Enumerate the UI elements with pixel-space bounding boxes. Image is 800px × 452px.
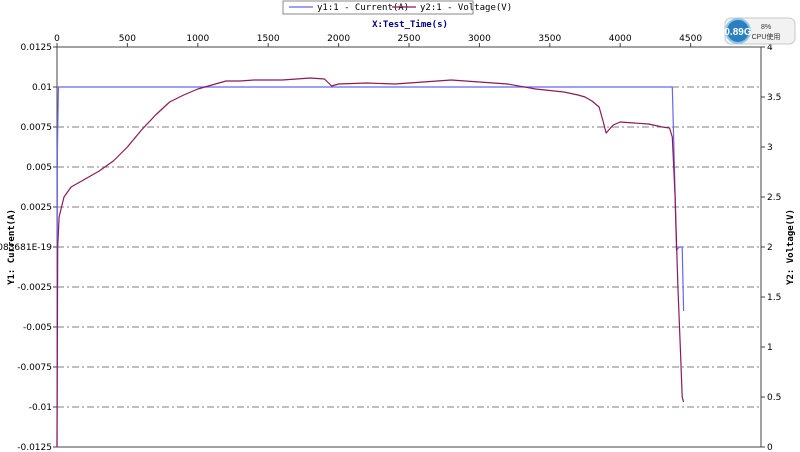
y1-tick-label: 0.0025: [21, 203, 53, 213]
y2-tick-label: 3: [767, 143, 773, 153]
y2-tick-label: 2.5: [767, 193, 781, 203]
x-tick-label: 500: [119, 34, 136, 44]
y2-tick-label: 3.5: [767, 93, 781, 103]
legend[interactable]: y1:1 - Current(A) y2:1 - Voltage(V): [282, 0, 512, 15]
x-tick-label: 1000: [186, 34, 209, 44]
y2-tick-label: 2: [767, 243, 773, 253]
y1-tick-label: -0.0125: [17, 443, 52, 452]
legend-label-current: y1:1 - Current(A): [317, 3, 409, 13]
y1-tick-label: -0.0025: [17, 283, 52, 293]
x-tick-label: 4000: [609, 34, 632, 44]
y1-tick-label: -0.0075: [17, 363, 52, 373]
chart-background: [0, 0, 800, 452]
x-tick-label: 3500: [538, 34, 561, 44]
x-tick-label: 0: [54, 34, 60, 44]
y2-tick-label: 0.5: [767, 393, 781, 403]
y1-tick-label: 0.0075: [21, 123, 53, 133]
x-axis-title: X:Test_Time(s): [372, 19, 448, 30]
y1-tick-label: 0.005: [26, 163, 52, 173]
y1-tick-label: 0.01: [32, 83, 52, 93]
cpu-widget-main: 0.89G: [724, 27, 751, 38]
cpu-widget-percent: 8%: [761, 24, 771, 31]
y1-tick-label: -0.01: [29, 403, 52, 413]
x-tick-label: 2500: [398, 34, 421, 44]
y2-tick-label: 0: [767, 443, 773, 452]
cpu-widget[interactable]: 0.89G 8% CPU使用: [724, 17, 796, 45]
x-tick-label: 4500: [679, 34, 702, 44]
chart: y1:1 - Current(A) y2:1 - Voltage(V) X:Te…: [0, 0, 800, 452]
cpu-widget-label: CPU使用: [752, 32, 781, 41]
legend-label-voltage: y2:1 - Voltage(V): [420, 3, 512, 13]
y1-axis-title: Y1: Current(A): [7, 209, 17, 285]
y2-tick-label: 1: [767, 343, 773, 353]
y1-tick-label: -0.005: [23, 323, 52, 333]
y1-tick-label: 0.0125: [21, 43, 53, 53]
x-tick-label: 1500: [257, 34, 280, 44]
y2-axis-title: Y2: Voltage(V): [786, 209, 796, 285]
x-tick-label: 2000: [327, 34, 350, 44]
y2-tick-label: 1.5: [767, 293, 781, 303]
x-tick-label: 3000: [468, 34, 491, 44]
